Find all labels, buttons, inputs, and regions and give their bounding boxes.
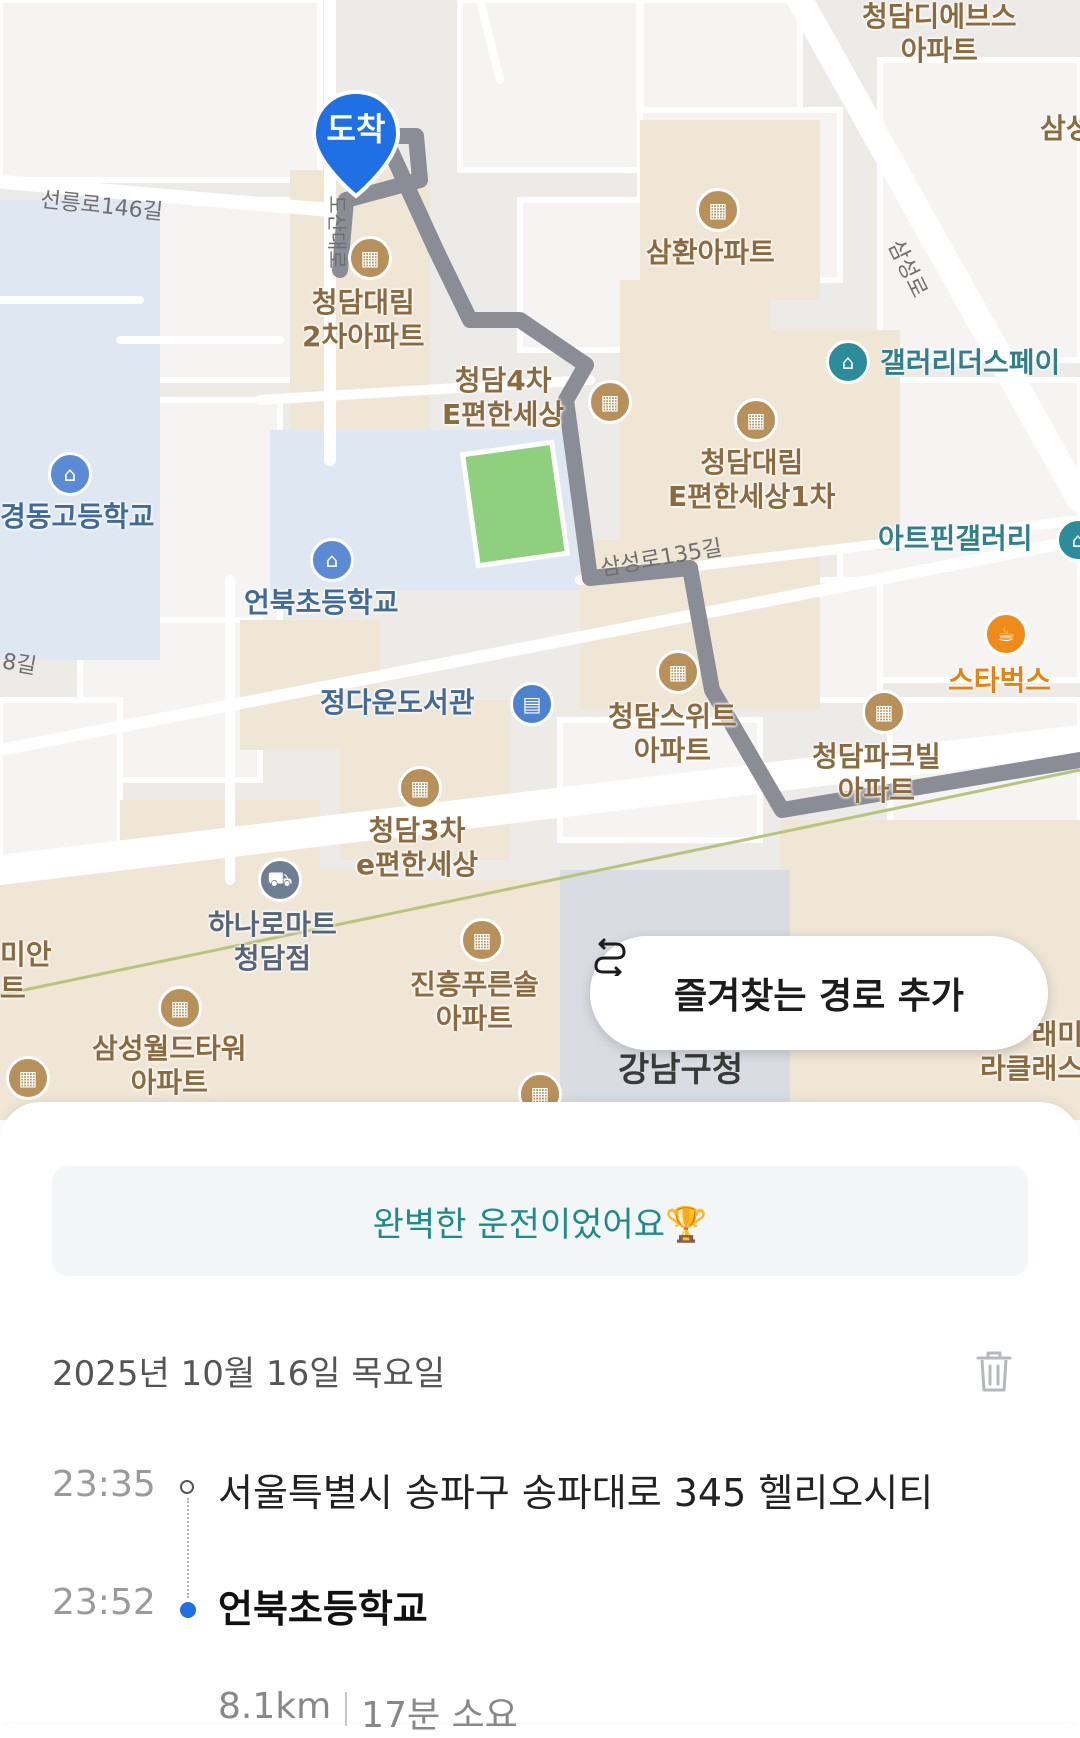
- timeline-connector: [187, 1498, 189, 1598]
- destination-pin-icon[interactable]: 도착: [310, 88, 402, 200]
- apartment-icon[interactable]: ▦: [656, 650, 700, 694]
- poi-label[interactable]: 언북초등학교: [244, 586, 399, 620]
- poi-label[interactable]: 갤러리더스페이: [880, 346, 1060, 380]
- poi-label[interactable]: 청담대림 2차아파트: [302, 286, 425, 353]
- poi-label[interactable]: 삼성: [1040, 112, 1080, 146]
- apartment-icon[interactable]: ▦: [348, 236, 392, 280]
- poi-label[interactable]: 청담파크빌 아파트: [812, 740, 941, 807]
- library-icon[interactable]: ▤: [510, 682, 554, 726]
- school-icon[interactable]: ⌂: [310, 538, 354, 582]
- apartment-icon[interactable]: ▦: [460, 918, 504, 962]
- poi-label[interactable]: 미안 트: [0, 938, 52, 1005]
- poi-label[interactable]: 삼환아파트: [646, 236, 775, 270]
- apartment-icon[interactable]: ▦: [862, 690, 906, 734]
- poi-label[interactable]: 청담대림 E편한세상1차: [668, 446, 835, 513]
- poi-label[interactable]: 청담4차 E편한세상: [442, 364, 564, 431]
- poi-label[interactable]: 정다운도서관: [320, 686, 475, 720]
- map-view[interactable]: 선릉로146길 삼성로 삼성로135길 도산대로 8길 ▦ 청담대림 2차아파트 …: [0, 0, 1080, 1120]
- poi-label[interactable]: 스타벅스: [948, 664, 1051, 698]
- apartment-icon[interactable]: ▦: [6, 1056, 50, 1100]
- poi-label[interactable]: 하나로마트 청담점: [208, 908, 337, 975]
- add-favorite-route-button[interactable]: 즐겨찾는 경로 추가: [590, 936, 1048, 1050]
- destination-time: 23:52: [52, 1582, 156, 1623]
- mart-icon[interactable]: ⛟: [258, 858, 302, 902]
- school-icon[interactable]: ⌂: [48, 452, 92, 496]
- driving-feedback-text: 완벽한 운전이었어요🏆: [372, 1204, 708, 1245]
- poi-label[interactable]: 청담3차 e편한세상: [356, 814, 478, 881]
- gallery-icon[interactable]: ⌂: [826, 340, 870, 384]
- apartment-icon[interactable]: ▦: [158, 986, 202, 1030]
- origin-marker-icon: [180, 1480, 194, 1494]
- apartment-icon[interactable]: ▦: [588, 380, 632, 424]
- add-favorite-route-label: 즐겨찾는 경로 추가: [673, 976, 965, 1017]
- poi-label[interactable]: 아트핀갤러리: [878, 522, 1033, 556]
- trash-icon[interactable]: [970, 1346, 1018, 1396]
- apartment-icon[interactable]: ▦: [696, 188, 740, 232]
- apartment-icon[interactable]: ▦: [398, 766, 442, 810]
- route-swap-icon: [594, 938, 626, 976]
- destination-pin-label: 도착: [326, 110, 386, 148]
- origin-time: 23:35: [52, 1464, 156, 1505]
- destination-place: 언북초등학교: [218, 1587, 428, 1631]
- trip-distance: 8.1km: [218, 1686, 332, 1727]
- poi-label[interactable]: 청담스위트 아파트: [608, 700, 737, 767]
- poi-label[interactable]: 삼성월드타워 아파트: [92, 1032, 247, 1099]
- road-label: 8길: [0, 649, 39, 680]
- driving-feedback-banner: 완벽한 운전이었어요🏆: [52, 1166, 1028, 1276]
- road-label: 도산대로: [324, 195, 349, 269]
- poi-label[interactable]: 강남구청: [618, 1050, 743, 1091]
- stats-divider: [345, 1692, 348, 1726]
- cafe-icon[interactable]: ☕: [984, 612, 1028, 656]
- poi-label[interactable]: 경동고등학교: [0, 500, 155, 534]
- trip-date: 2025년 10월 16일 목요일: [52, 1354, 446, 1394]
- poi-label[interactable]: 청담디에브스 아파트: [862, 0, 1017, 67]
- trip-detail-sheet: 완벽한 운전이었어요🏆 2025년 10월 16일 목요일 23:35 서울특별…: [0, 1102, 1080, 1736]
- trip-duration: 17분 소요: [361, 1695, 518, 1736]
- destination-marker-icon: [180, 1602, 196, 1618]
- apartment-icon[interactable]: ▦: [734, 398, 778, 442]
- trip-stats: 8.1km 17분 소요: [218, 1686, 518, 1738]
- origin-place: 서울특별시 송파구 송파대로 345 헬리오시티: [218, 1471, 934, 1515]
- poi-label[interactable]: 진흥푸른솔 아파트: [410, 968, 539, 1035]
